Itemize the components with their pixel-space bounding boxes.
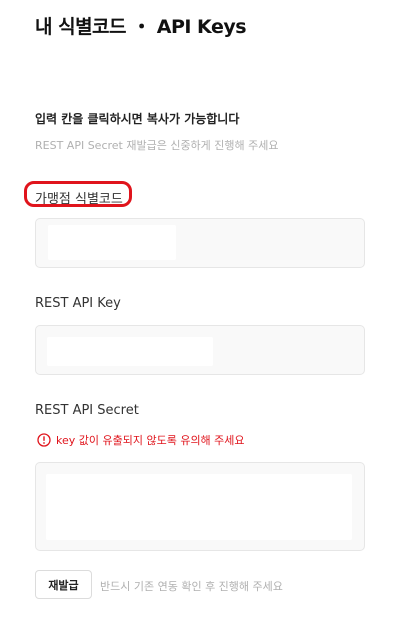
rest-api-key-value [47,337,213,366]
reissue-note: 반드시 기존 연동 확인 후 진행해 주세요 [100,580,283,593]
rest-api-secret-value [46,474,352,540]
rest-api-secret-label: REST API Secret [35,403,139,418]
reissue-button[interactable]: 재발급 [35,570,92,599]
rest-api-key-label: REST API Key [35,296,121,311]
merchant-code-value [48,225,176,260]
page-title: 내 식별코드 ・ API Keys [35,16,247,38]
warning-circle-icon [37,433,51,447]
rest-api-secret-field[interactable] [35,462,365,551]
copy-instruction: 입력 칸을 클릭하시면 복사가 가능합니다 [35,112,240,126]
secret-leak-warning: key 값이 유출되지 않도록 유의해 주세요 [37,432,245,448]
merchant-code-field[interactable] [35,218,365,268]
secret-reissue-caution: REST API Secret 재발급은 신중하게 진행해 주세요 [35,139,279,152]
secret-leak-warning-text: key 값이 유출되지 않도록 유의해 주세요 [56,434,245,447]
merchant-code-highlight [24,181,132,207]
rest-api-key-field[interactable] [35,325,365,375]
